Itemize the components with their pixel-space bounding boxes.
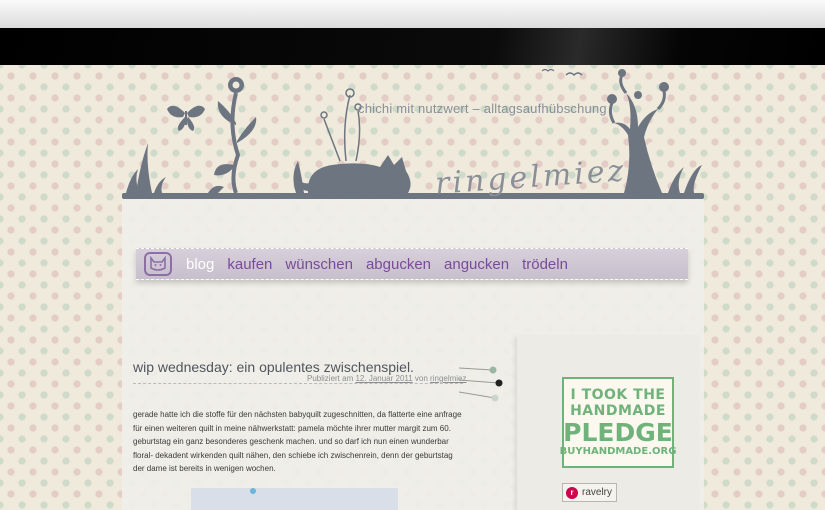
ravelry-label: ravelry xyxy=(582,487,613,498)
post-divider xyxy=(133,383,463,385)
browser-screen: chichi mit nutzwert – alltagsaufhübschun… xyxy=(0,65,825,510)
pledge-line-1: I TOOK THE xyxy=(570,387,666,403)
nav-item-blog[interactable]: blog xyxy=(186,256,214,273)
post-image[interactable] xyxy=(191,488,398,510)
device-bezel-black xyxy=(0,28,825,80)
post-meta-prefix: Publiziert am xyxy=(307,374,356,383)
handmade-pledge-badge[interactable]: I TOOK THE HANDMADE PLEDGE BUYHANDMADE.O… xyxy=(559,377,677,468)
device-bezel-top xyxy=(0,0,825,28)
nav-item-troedeln[interactable]: trödeln xyxy=(522,256,568,273)
nav-item-wuenschen[interactable]: wünschen xyxy=(285,256,353,273)
site-tagline: chichi mit nutzwert – alltagsaufhübschun… xyxy=(358,101,607,116)
post-date-link[interactable]: 12. Januar 2011 xyxy=(355,374,412,383)
post-meta: Publiziert am 12. Januar 2011 von ringel… xyxy=(307,374,467,383)
flower-icon xyxy=(208,77,257,194)
nav-item-abgucken[interactable]: abgucken xyxy=(366,256,431,273)
post-body: gerade hatte ich die stoffe für den näch… xyxy=(133,410,462,473)
ravelry-icon: r xyxy=(566,486,578,499)
butterfly-icon xyxy=(167,105,205,131)
post-title[interactable]: wip wednesday: ein opulentes zwischenspi… xyxy=(133,359,414,375)
pins-icon xyxy=(458,366,503,402)
ravelry-badge[interactable]: r ravelry xyxy=(562,483,617,502)
cat-face-icon[interactable] xyxy=(144,252,172,276)
cat-silhouette-icon xyxy=(295,155,411,193)
pledge-line-4: BUYHANDMADE.ORG xyxy=(559,446,677,457)
pledge-line-3: PLEDGE xyxy=(563,418,673,447)
post-image-accent xyxy=(250,488,256,494)
nav-item-angucken[interactable]: angucken xyxy=(444,256,509,273)
nav-item-kaufen[interactable]: kaufen xyxy=(227,256,272,273)
pledge-line-2: HANDMADE xyxy=(570,403,666,419)
main-nav: blog kaufen wünschen abgucken angucken t… xyxy=(136,248,688,280)
post-meta-by: von xyxy=(412,374,431,383)
